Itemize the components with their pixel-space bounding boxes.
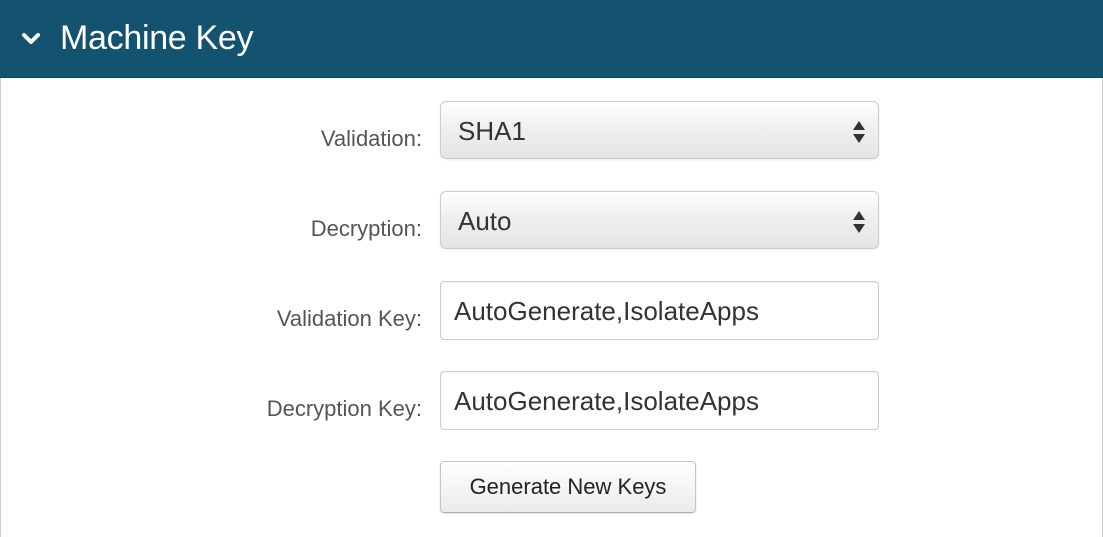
- validation-select[interactable]: SHA1: [440, 101, 879, 159]
- up-down-arrows-icon: [853, 121, 865, 143]
- decryption-label: Decryption:: [310, 216, 422, 241]
- decryption-key-value: AutoGenerate,IsolateApps: [454, 386, 759, 416]
- machine-key-panel: Machine Key Validation: SHA1 Decryption:…: [0, 0, 1103, 537]
- validation-row: Validation: SHA1: [1, 100, 1103, 160]
- validation-key-input[interactable]: AutoGenerate,IsolateApps: [440, 281, 879, 340]
- validation-select-value: SHA1: [458, 116, 526, 146]
- panel-title: Machine Key: [60, 19, 254, 57]
- up-down-arrows-icon: [853, 211, 865, 233]
- decryption-key-label: Decryption Key:: [266, 396, 422, 421]
- decryption-select-value: Auto: [458, 206, 512, 236]
- validation-key-label: Validation Key:: [276, 306, 422, 331]
- decryption-key-row: Decryption Key: AutoGenerate,IsolateApps: [1, 370, 1103, 430]
- generate-new-keys-button[interactable]: Generate New Keys: [440, 461, 696, 513]
- validation-label: Validation:: [320, 126, 422, 151]
- decryption-row: Decryption: Auto: [1, 190, 1103, 250]
- decryption-select[interactable]: Auto: [440, 191, 879, 249]
- chevron-down-icon[interactable]: [18, 26, 44, 52]
- validation-key-row: Validation Key: AutoGenerate,IsolateApps: [1, 280, 1103, 340]
- panel-header[interactable]: Machine Key: [0, 0, 1103, 78]
- decryption-key-input[interactable]: AutoGenerate,IsolateApps: [440, 371, 879, 430]
- validation-key-value: AutoGenerate,IsolateApps: [454, 296, 759, 326]
- panel-body: Validation: SHA1 Decryption: Auto Valida…: [0, 78, 1103, 537]
